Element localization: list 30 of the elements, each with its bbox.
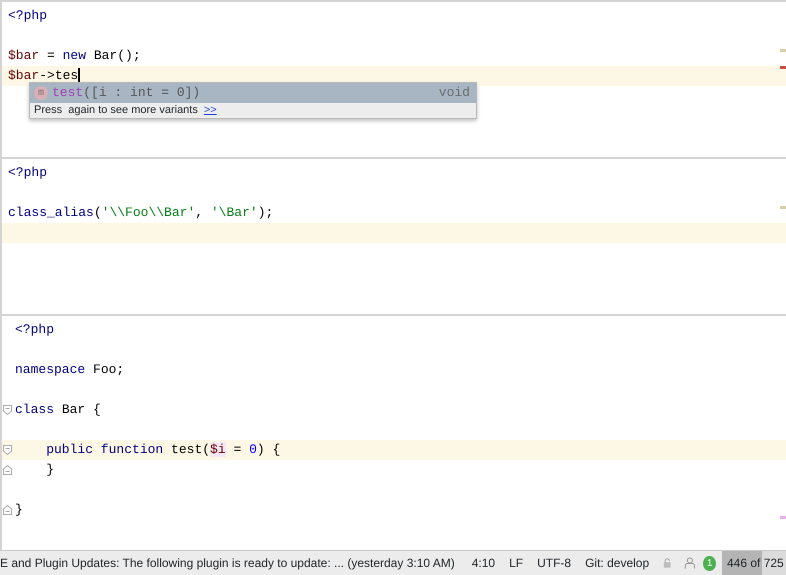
error-stripe-mark bbox=[780, 49, 786, 52]
completion-item[interactable]: m test([i : int = 0]) void bbox=[30, 83, 476, 103]
code-line: $bar = new Bar(); bbox=[8, 48, 141, 63]
hint-text: Press again to see more variants bbox=[34, 103, 198, 118]
fold-marker-icon[interactable] bbox=[3, 465, 12, 475]
lock-icon[interactable] bbox=[663, 557, 672, 569]
code-line: <?php bbox=[8, 165, 48, 180]
person-icon[interactable] bbox=[684, 556, 696, 570]
error-stripe-mark bbox=[780, 66, 786, 69]
encoding-selector[interactable]: UTF-8 bbox=[537, 554, 572, 572]
status-message: E and Plugin Updates: The following plugin is ready to update: ... (yesterday 3:10 AM) bbox=[0, 555, 455, 572]
code-line: namespace Foo; bbox=[15, 362, 124, 377]
code-line: } bbox=[15, 502, 23, 517]
fold-marker-icon[interactable] bbox=[3, 405, 12, 415]
fold-marker-icon[interactable] bbox=[3, 445, 12, 455]
code-line: } bbox=[46, 462, 54, 477]
code-line: class Bar { bbox=[15, 402, 101, 417]
error-stripe-mark bbox=[780, 516, 786, 519]
error-stripe-mark bbox=[780, 206, 786, 209]
code-line: $bar->tes bbox=[8, 68, 78, 83]
code-line: class_alias('\\Foo\\Bar', '\Bar'); bbox=[8, 205, 274, 220]
caret-position[interactable]: 4:10 bbox=[472, 554, 496, 572]
code-line: <?php bbox=[15, 322, 54, 337]
fold-marker-icon[interactable] bbox=[3, 505, 12, 515]
more-variants-link[interactable]: >> bbox=[204, 103, 217, 118]
vcs-branch-selector[interactable]: Git: develop bbox=[585, 554, 650, 572]
code-line: public function test($i = 0) { bbox=[46, 442, 280, 457]
code-line: <?php bbox=[8, 8, 48, 23]
memory-indicator[interactable]: 446 of 725 bbox=[722, 551, 786, 575]
line-separator-selector[interactable]: LF bbox=[509, 554, 524, 572]
